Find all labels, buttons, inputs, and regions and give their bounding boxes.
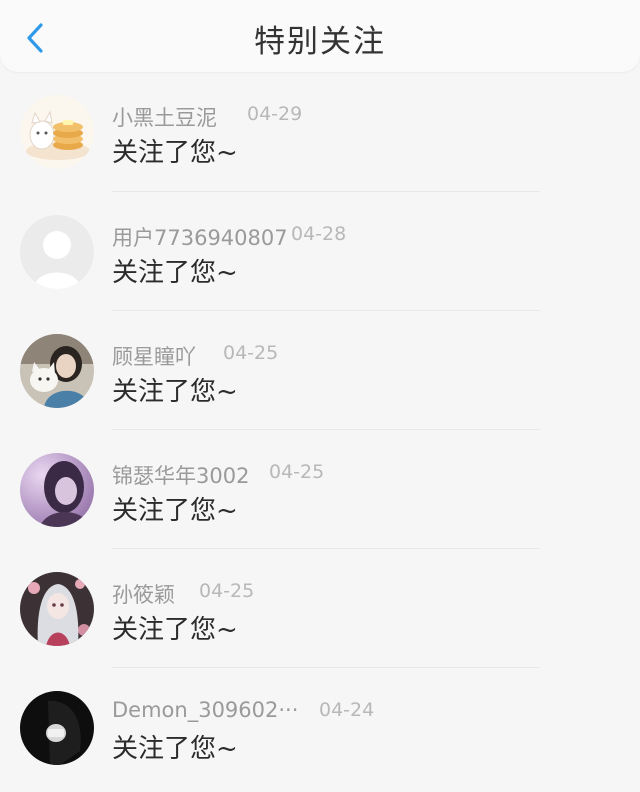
top-nav-bar: 特别关注 (0, 0, 640, 72)
timestamp: 04-25 (223, 342, 279, 364)
purple-portrait-avatar (20, 453, 94, 527)
notification-message: 关注了您~ (112, 615, 238, 645)
timestamp: 04-24 (319, 699, 375, 721)
user-name[interactable]: Demon_309602··· (112, 698, 298, 722)
user-name[interactable]: 用户7736940807 (112, 222, 288, 252)
notification-message: 关注了您~ (112, 734, 238, 764)
list-item[interactable]: 用户7736940807 04-28 关注了您~ (0, 192, 640, 311)
anime-character-avatar (20, 572, 94, 646)
notification-message: 关注了您~ (112, 377, 238, 407)
timestamp: 04-25 (199, 580, 255, 602)
notification-message: 关注了您~ (112, 258, 238, 288)
list-item[interactable]: 锦瑟华年3002 04-25 关注了您~ (0, 430, 640, 549)
timestamp: 04-25 (269, 461, 325, 483)
timestamp: 04-28 (291, 223, 347, 245)
default-user-avatar (20, 215, 94, 289)
user-name[interactable]: 锦瑟华年3002 (112, 460, 249, 490)
notification-message: 关注了您~ (112, 496, 238, 526)
list-item[interactable]: 小黑土豆泥 04-29 关注了您~ (0, 72, 640, 192)
user-name[interactable]: 顾星瞳吖 (112, 341, 196, 371)
avatar[interactable] (20, 691, 94, 765)
dark-masked-avatar (20, 691, 94, 765)
list-item[interactable]: 孙筱颖 04-25 关注了您~ (0, 549, 640, 668)
avatar[interactable] (20, 334, 94, 408)
list-item[interactable]: 顾星瞳吖 04-25 关注了您~ (0, 311, 640, 430)
page-title: 特别关注 (254, 24, 386, 60)
notification-list: 小黑土豆泥 04-29 关注了您~ 用户7736940807 04-28 关注了… (0, 72, 640, 787)
girl-with-cat-avatar (20, 334, 94, 408)
list-item[interactable]: Demon_309602··· 04-24 关注了您~ (0, 668, 640, 787)
cat-pancake-avatar (20, 95, 94, 169)
avatar[interactable] (20, 572, 94, 646)
notification-message: 关注了您~ (112, 138, 238, 168)
timestamp: 04-29 (247, 103, 303, 125)
avatar[interactable] (20, 215, 94, 289)
special-follow-screen: 特别关注 小黑土豆泥 04-29 关注了您~ 用户7736940807 04-2… (0, 0, 640, 792)
avatar[interactable] (20, 95, 94, 169)
user-name[interactable]: 孙筱颖 (112, 579, 175, 609)
avatar[interactable] (20, 453, 94, 527)
user-name[interactable]: 小黑土豆泥 (112, 102, 217, 132)
